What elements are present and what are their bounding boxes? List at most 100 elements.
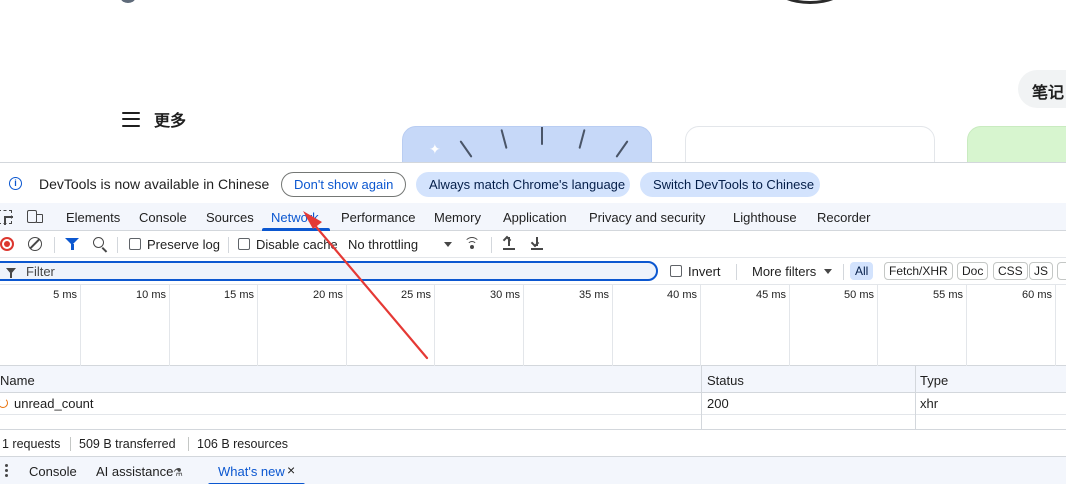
timeline-gridline <box>80 285 81 366</box>
hamburger-icon <box>122 111 140 127</box>
toolbar-divider <box>736 264 737 280</box>
feature-card-white[interactable] <box>685 126 935 162</box>
dont-show-again-button[interactable]: Don't show again <box>281 172 406 197</box>
clear-icon[interactable] <box>28 237 42 251</box>
notes-button[interactable]: 笔记 <box>1018 70 1066 108</box>
type-filter-js[interactable]: JS <box>1029 262 1054 280</box>
type-filter-overflow[interactable] <box>1057 262 1066 280</box>
timeline-tick-label: 30 ms <box>490 289 520 301</box>
devtools-tabbar: Elements Console Sources Network Perform… <box>0 203 1066 231</box>
timeline-gridline <box>257 285 258 366</box>
type-filter-css[interactable]: CSS <box>993 262 1028 280</box>
sparkle-line <box>615 140 629 158</box>
request-status: 200 <box>707 396 729 411</box>
request-name: unread_count <box>14 396 94 411</box>
column-type[interactable]: Type <box>920 373 948 388</box>
column-divider[interactable] <box>915 366 916 429</box>
record-icon[interactable] <box>0 237 14 251</box>
disable-cache-checkbox[interactable] <box>238 238 250 250</box>
switch-to-chinese-button[interactable]: Switch DevTools to Chinese <box>640 172 820 197</box>
toolbar-divider <box>54 237 55 253</box>
language-infobar: i DevTools is now available in Chinese D… <box>0 163 1066 203</box>
timeline-tick-label: 60 ms <box>1022 289 1052 301</box>
type-filter-all[interactable]: All <box>850 262 874 280</box>
infobar-message: DevTools is now available in Chinese <box>39 176 270 192</box>
devtools-panel: i DevTools is now available in Chinese D… <box>0 162 1066 484</box>
toolbar-divider <box>117 237 118 253</box>
avatar-fragment <box>121 0 135 3</box>
filter-placeholder: Filter <box>26 264 55 279</box>
export-har-icon[interactable] <box>530 236 544 251</box>
timeline-gridline <box>877 285 878 366</box>
waterfall-overview[interactable]: 5 ms 10 ms 15 ms 20 ms 25 ms 30 ms 35 ms 40 ms 4… <box>0 285 1066 366</box>
close-icon[interactable]: × <box>287 462 295 478</box>
decorative-ring <box>775 0 845 4</box>
timeline-tick-label: 40 ms <box>667 289 697 301</box>
preserve-log-checkbox[interactable] <box>129 238 141 250</box>
feature-card-green[interactable] <box>967 126 1066 162</box>
throttling-select[interactable]: No throttling <box>348 237 418 252</box>
request-count: 1 requests <box>2 437 61 451</box>
type-filter-doc[interactable]: Doc <box>957 262 989 280</box>
invert-checkbox[interactable] <box>670 265 682 277</box>
column-divider[interactable] <box>701 366 702 429</box>
table-filler <box>0 415 1066 429</box>
filter-input[interactable]: Filter <box>0 261 658 281</box>
tab-recorder[interactable]: Recorder <box>817 210 870 225</box>
summary-bar: 1 requests 509 B transferred 106 B resou… <box>0 429 1066 456</box>
notes-label: 笔记 <box>1032 83 1065 102</box>
import-har-icon[interactable] <box>502 235 516 251</box>
toolbar-divider <box>843 264 844 280</box>
toolbar-divider <box>228 237 229 253</box>
more-menu[interactable]: 更多 <box>122 107 186 131</box>
drawer-tab-console[interactable]: Console <box>29 464 77 479</box>
tab-privacy-security[interactable]: Privacy and security <box>589 210 705 225</box>
drawer-tab-ai-assistance[interactable]: AI assistance <box>96 464 173 479</box>
timeline-gridline <box>966 285 967 366</box>
transferred-size: 509 B transferred <box>79 437 176 451</box>
tab-sources[interactable]: Sources <box>206 210 254 225</box>
timeline-tick-label: 25 ms <box>401 289 431 301</box>
more-options-icon[interactable] <box>5 464 8 478</box>
preserve-log-label: Preserve log <box>147 237 220 252</box>
resources-size: 106 B resources <box>197 437 289 451</box>
timeline-gridline <box>789 285 790 366</box>
tab-console[interactable]: Console <box>139 210 187 225</box>
request-type: xhr <box>920 396 939 411</box>
toolbar-divider <box>491 237 492 253</box>
device-toolbar-icon[interactable] <box>27 210 43 224</box>
flask-icon: ⚗ <box>173 467 183 479</box>
chevron-down-icon <box>444 242 452 247</box>
table-row[interactable]: unread_count 200 xhr <box>0 393 1066 415</box>
drawer-tab-whats-new[interactable]: What's new <box>218 464 285 479</box>
timeline-tick-label: 35 ms <box>579 289 609 301</box>
timeline-tick-label: 20 ms <box>313 289 343 301</box>
tab-performance[interactable]: Performance <box>341 210 415 225</box>
more-filters-dropdown[interactable]: More filters <box>752 264 816 279</box>
timeline-gridline <box>169 285 170 366</box>
timeline-gridline <box>434 285 435 366</box>
filter-toggle-icon[interactable] <box>65 238 79 250</box>
tab-application[interactable]: Application <box>503 210 567 225</box>
always-match-language-button[interactable]: Always match Chrome's language <box>416 172 630 197</box>
column-name[interactable]: Name <box>0 373 35 388</box>
timeline-gridline <box>523 285 524 366</box>
sparkle-line <box>578 129 586 149</box>
network-conditions-icon[interactable] <box>464 236 480 250</box>
inspect-element-icon[interactable] <box>0 210 12 224</box>
column-status[interactable]: Status <box>707 373 744 388</box>
timeline-gridline <box>700 285 701 366</box>
timeline-gridline <box>612 285 613 366</box>
tab-network[interactable]: Network <box>271 210 319 225</box>
type-filter-fetch-xhr[interactable]: Fetch/XHR <box>884 262 953 280</box>
requests-table-header: Name Status Type <box>0 366 1066 393</box>
timeline-tick-label: 5 ms <box>53 289 77 301</box>
timeline-tick-label: 55 ms <box>933 289 963 301</box>
network-toolbar: Preserve log Disable cache No throttling <box>0 231 1066 258</box>
tab-memory[interactable]: Memory <box>434 210 481 225</box>
search-icon[interactable] <box>93 237 104 248</box>
filter-row: Filter Invert More filters All Fetch/XHR… <box>0 258 1066 285</box>
feature-card-blue[interactable]: ✦ <box>402 126 652 162</box>
tab-elements[interactable]: Elements <box>66 210 120 225</box>
tab-lighthouse[interactable]: Lighthouse <box>733 210 797 225</box>
